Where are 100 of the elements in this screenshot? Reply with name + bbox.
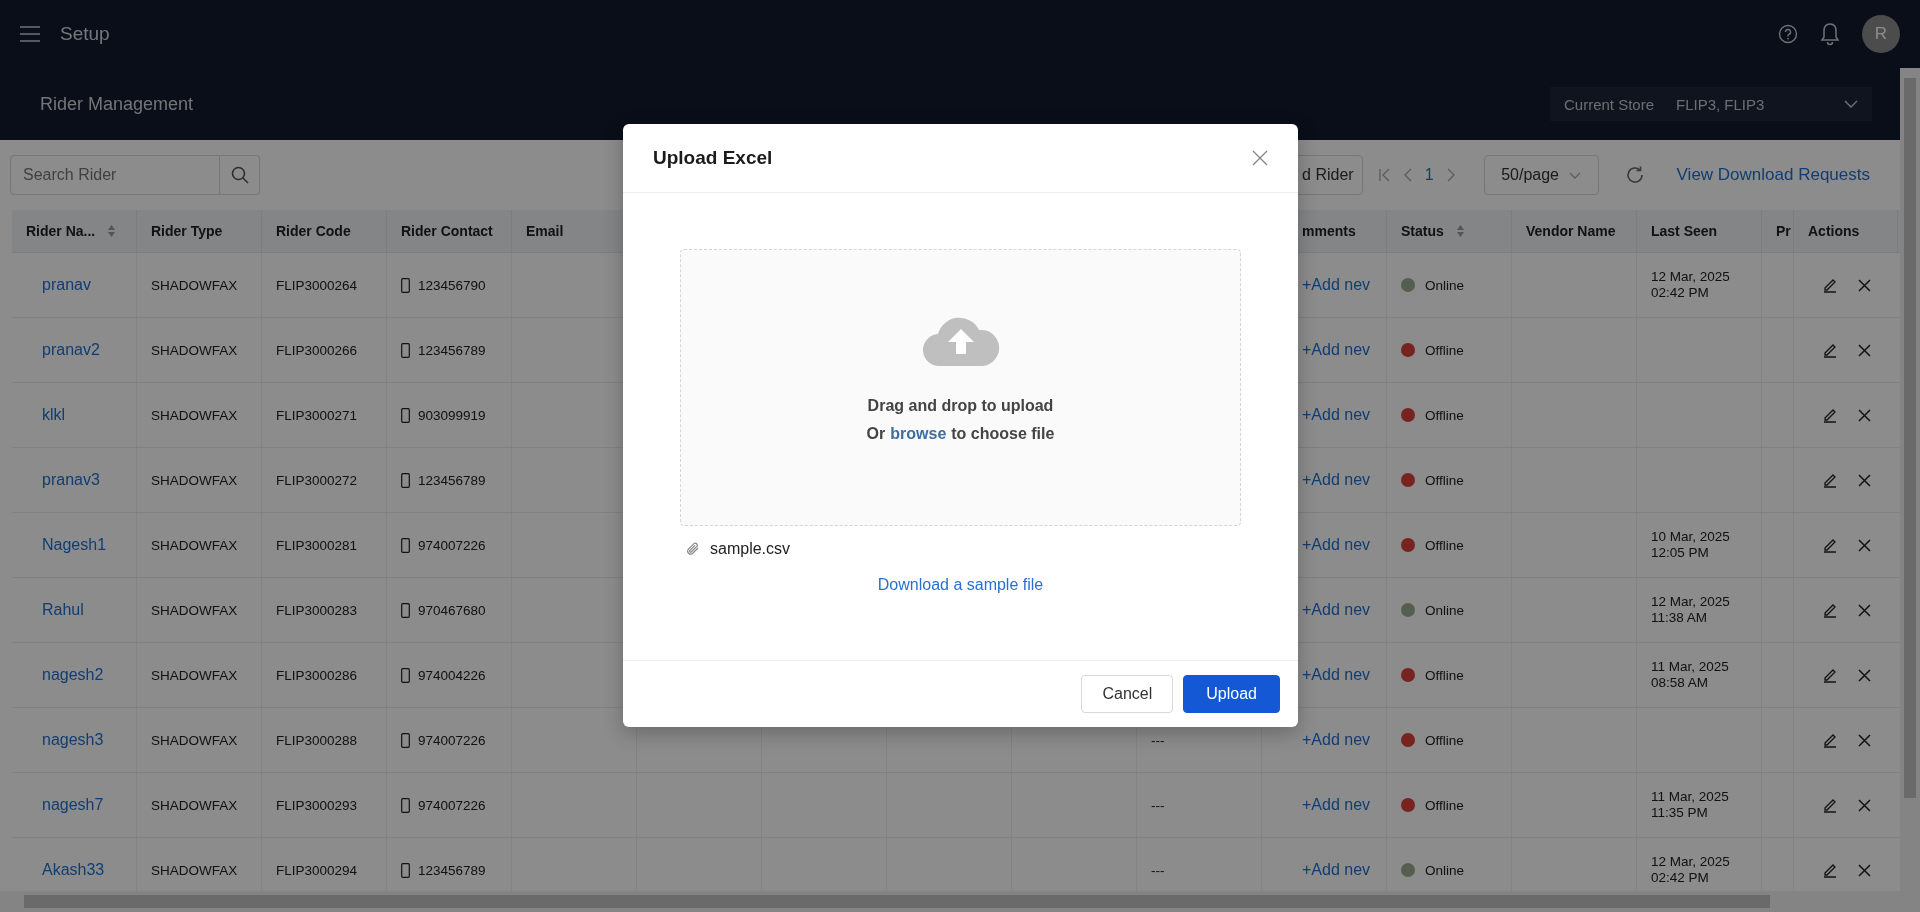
table-cell: FLIP3000281 xyxy=(276,537,358,553)
close-icon[interactable] xyxy=(1857,798,1871,812)
add-comment-link[interactable]: +Add nev xyxy=(1276,796,1371,814)
chevron-down-icon[interactable] xyxy=(1844,100,1858,108)
status-label: Online xyxy=(1425,602,1465,618)
phone-icon xyxy=(401,537,410,553)
table-cell: 123456790 xyxy=(418,277,486,293)
rider-name-link[interactable]: nagesh7 xyxy=(42,796,104,814)
upload-button[interactable]: Upload xyxy=(1183,675,1280,713)
table-cell: FLIP3000288 xyxy=(276,732,358,748)
last-seen-text: 10 Mar, 2025 12:05 PM xyxy=(1651,528,1730,562)
table-cell: SHADOWFAX xyxy=(151,277,238,293)
phone-icon xyxy=(401,797,410,813)
edit-icon[interactable] xyxy=(1821,472,1838,488)
phone-icon xyxy=(401,407,410,423)
refresh-icon[interactable] xyxy=(1624,165,1645,185)
store-select[interactable]: Current Store FLIP3, FLIP3 xyxy=(1550,87,1872,121)
rider-name-link[interactable]: klkl xyxy=(42,406,66,424)
view-download-requests-link[interactable]: View Download Requests xyxy=(1676,165,1870,185)
table-cell: 123456789 xyxy=(418,862,486,878)
status-label: Offline xyxy=(1425,342,1464,358)
cancel-button[interactable]: Cancel xyxy=(1081,675,1174,713)
vertical-scrollbar[interactable] xyxy=(1900,68,1920,891)
phone-icon xyxy=(401,277,410,293)
table-cell: FLIP3000264 xyxy=(276,277,358,293)
status-label: Offline xyxy=(1425,732,1464,748)
table-cell: SHADOWFAX xyxy=(151,342,238,358)
table-cell: SHADOWFAX xyxy=(151,862,238,878)
column-header: Rider Code xyxy=(276,223,351,239)
drop-zone[interactable]: Drag and drop to upload Or browse to choose file xyxy=(680,249,1241,526)
close-icon[interactable] xyxy=(1857,603,1871,617)
close-icon[interactable] xyxy=(1857,538,1871,552)
table-cell: SHADOWFAX xyxy=(151,602,238,618)
table-cell: --- xyxy=(1151,862,1165,878)
table-cell: 903099919 xyxy=(418,407,486,423)
search-field[interactable]: Search Rider xyxy=(10,155,220,195)
last-seen-text: 12 Mar, 2025 11:38 AM xyxy=(1651,593,1730,627)
table-cell: FLIP3000271 xyxy=(276,407,358,423)
drop-instruction: Or xyxy=(866,424,886,444)
rider-name-link[interactable]: nagesh2 xyxy=(42,666,104,684)
download-sample-link[interactable]: Download a sample file xyxy=(877,576,1044,594)
close-icon[interactable] xyxy=(1857,473,1871,487)
close-icon[interactable] xyxy=(1857,408,1871,422)
rider-name-link[interactable]: Nagesh1 xyxy=(42,536,107,554)
search-icon[interactable] xyxy=(230,166,249,184)
table-cell: --- xyxy=(1151,797,1165,813)
bell-icon[interactable] xyxy=(1820,22,1840,46)
edit-icon[interactable] xyxy=(1821,277,1838,293)
rider-name-link[interactable]: pranav3 xyxy=(42,471,100,489)
horizontal-scrollbar[interactable] xyxy=(0,891,1920,912)
page-size-select[interactable]: 50/page xyxy=(1483,155,1599,195)
menu-icon[interactable] xyxy=(20,26,40,42)
user-avatar[interactable]: R xyxy=(1862,15,1900,53)
table-cell: SHADOWFAX xyxy=(151,667,238,683)
edit-icon[interactable] xyxy=(1821,797,1838,813)
column-header: Rider Type xyxy=(151,223,223,239)
status-label: Offline xyxy=(1425,472,1464,488)
edit-icon[interactable] xyxy=(1821,667,1838,683)
close-icon[interactable] xyxy=(1857,668,1871,682)
status-label: Online xyxy=(1425,277,1465,293)
table-cell: 970467680 xyxy=(418,602,486,618)
close-icon[interactable] xyxy=(1857,733,1871,747)
page-number[interactable]: 1 xyxy=(1424,166,1434,184)
add-comment-link[interactable]: +Add nev xyxy=(1276,731,1371,749)
rider-name-link[interactable]: Akash33 xyxy=(42,861,105,879)
search-button[interactable] xyxy=(220,155,260,195)
table-cell: FLIP3000283 xyxy=(276,602,358,618)
browse-link[interactable]: browse xyxy=(890,420,947,448)
edit-icon[interactable] xyxy=(1821,537,1838,553)
close-icon[interactable] xyxy=(1857,343,1871,357)
phone-icon xyxy=(401,862,410,878)
add-comment-link[interactable]: +Add nev xyxy=(1276,861,1371,879)
close-icon[interactable] xyxy=(1252,150,1268,166)
close-icon[interactable] xyxy=(1857,278,1871,292)
table-cell: 974007226 xyxy=(418,732,486,748)
column-header: Status xyxy=(1401,223,1444,239)
column-header: Rider Contact xyxy=(401,223,493,239)
edit-icon[interactable] xyxy=(1821,862,1838,878)
rider-name-link[interactable]: pranav xyxy=(42,276,91,294)
paperclip-icon xyxy=(686,541,700,557)
column-header: Rider Na... xyxy=(26,223,96,239)
table-cell: 123456789 xyxy=(418,342,486,358)
help-icon[interactable] xyxy=(1778,24,1798,44)
column-header: mments xyxy=(1302,223,1356,239)
rider-name-link[interactable]: nagesh3 xyxy=(42,731,104,749)
edit-icon[interactable] xyxy=(1821,732,1838,748)
status-label: Offline xyxy=(1425,797,1464,813)
close-icon[interactable] xyxy=(1857,863,1871,877)
status-label: Online xyxy=(1425,862,1465,878)
edit-icon[interactable] xyxy=(1821,342,1838,358)
rider-name-link[interactable]: Rahul xyxy=(42,601,84,619)
last-seen-text: 11 Mar, 2025 08:58 AM xyxy=(1651,658,1729,692)
last-seen-text: 12 Mar, 2025 02:42 PM xyxy=(1651,268,1730,302)
edit-icon[interactable] xyxy=(1821,602,1838,618)
table-cell: FLIP3000294 xyxy=(276,862,358,878)
dialog-title: Upload Excel xyxy=(653,147,773,169)
table-cell: SHADOWFAX xyxy=(151,732,238,748)
rider-name-link[interactable]: pranav2 xyxy=(42,341,100,359)
table-cell: FLIP3000286 xyxy=(276,667,358,683)
edit-icon[interactable] xyxy=(1821,407,1838,423)
